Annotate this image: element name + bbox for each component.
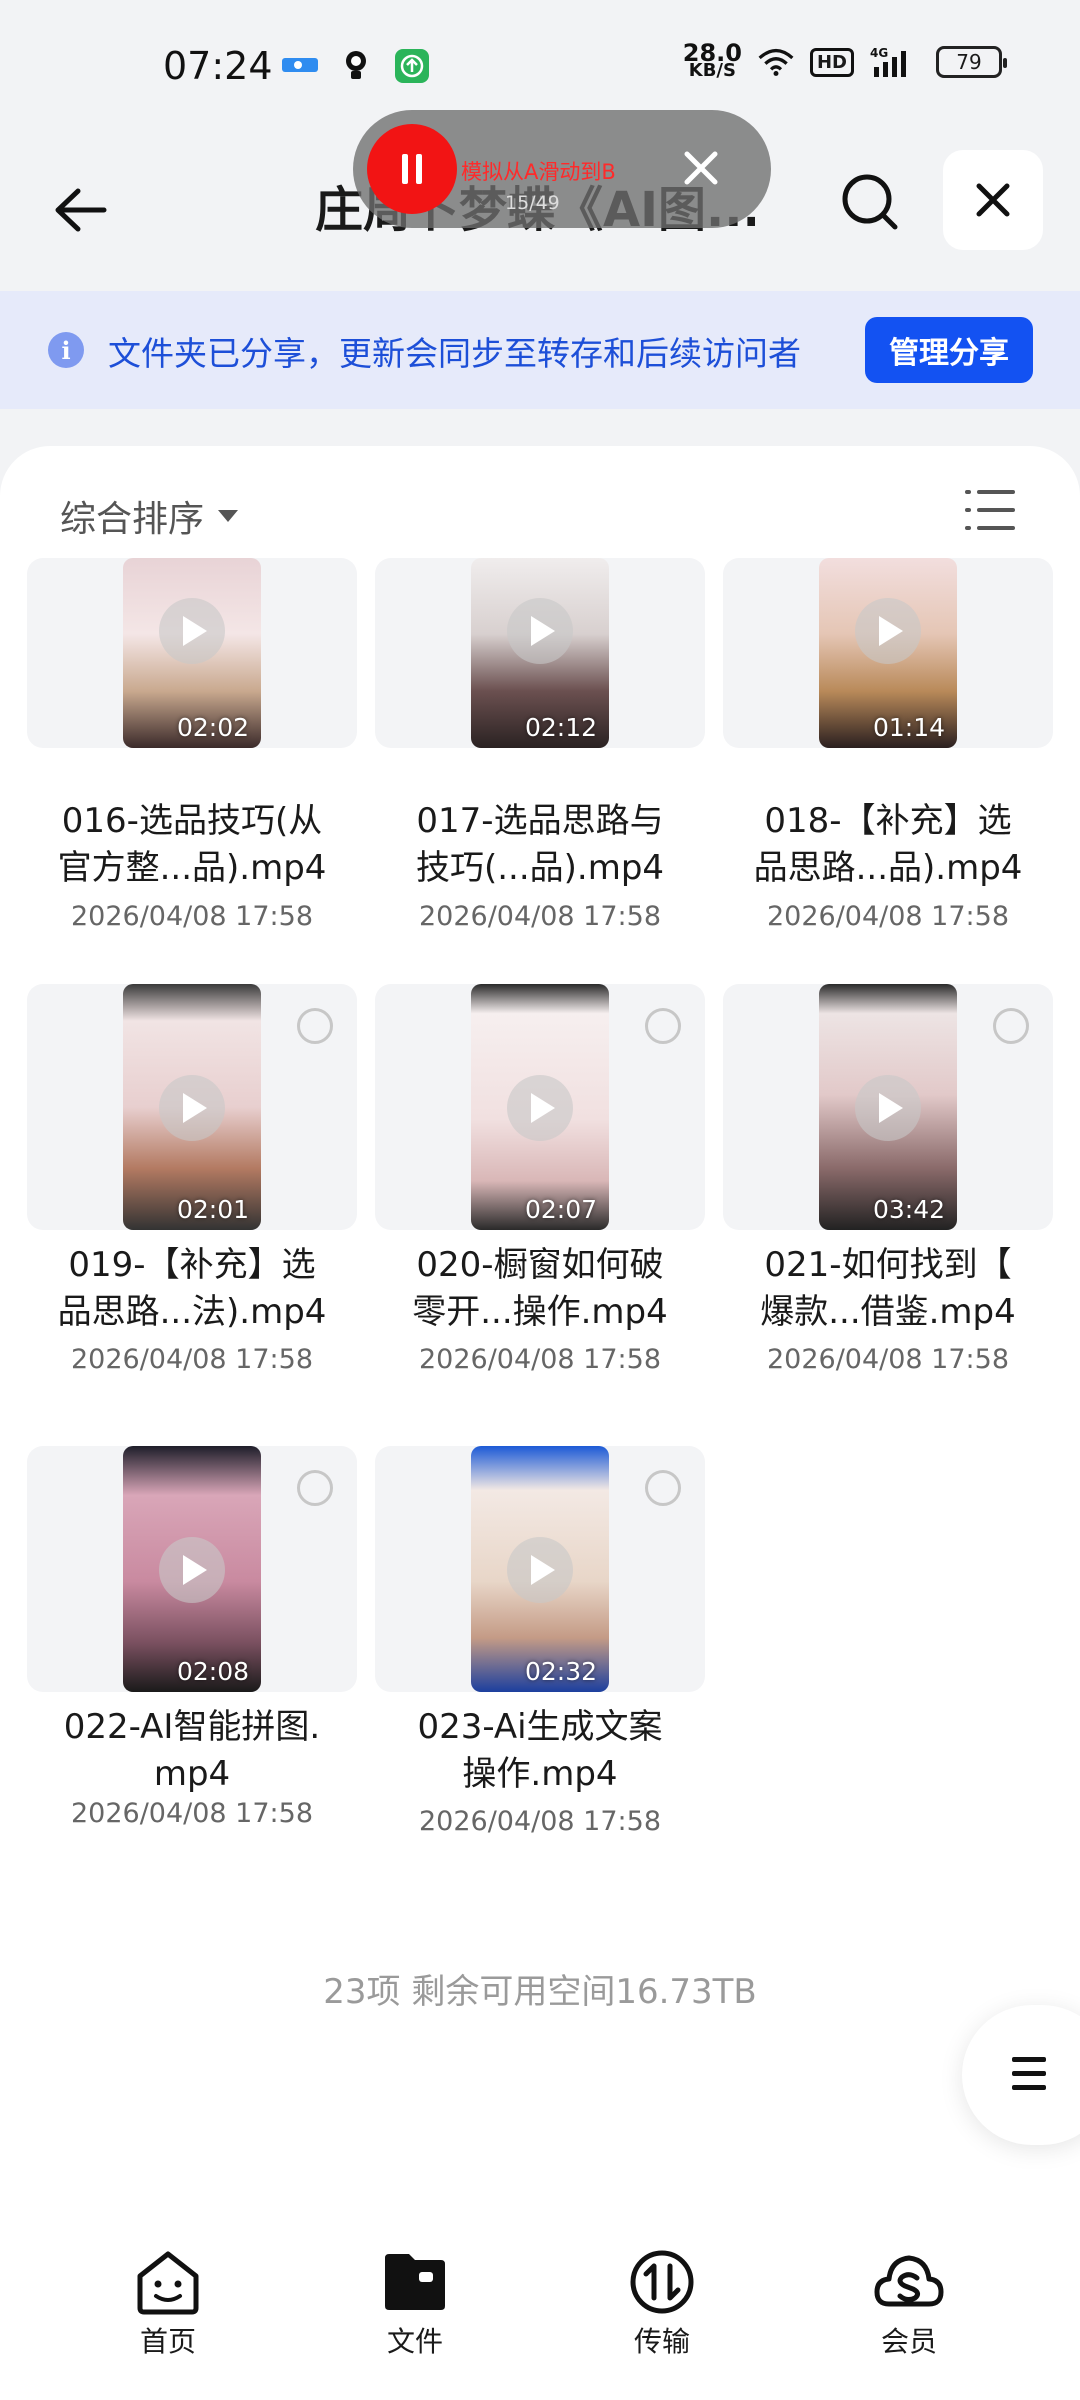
nav-label: 首页	[139, 2325, 196, 2358]
file-name: 018-【补充】选 品思路...品).mp4	[753, 801, 1023, 888]
vip-cloud-icon	[874, 2255, 944, 2307]
recording-close-button[interactable]	[673, 140, 729, 196]
select-checkbox[interactable]	[297, 1008, 333, 1044]
video-thumbnail[interactable]: 03:42	[723, 984, 1053, 1230]
nav-item-vip[interactable]: 会员	[829, 2246, 989, 2360]
upload-app-icon	[394, 49, 430, 83]
video-thumbnail[interactable]: 02:07	[375, 984, 705, 1230]
close-icon	[684, 151, 718, 185]
sort-dropdown[interactable]: 综合排序	[60, 490, 239, 542]
select-checkbox[interactable]	[297, 1470, 333, 1506]
file-date: 2026/04/08 17:58	[418, 1344, 661, 1375]
file-name: 020-橱窗如何破 零开...操作.mp4	[412, 1245, 668, 1332]
play-icon	[159, 1537, 225, 1603]
nav-item-home[interactable]: 首页	[88, 2246, 248, 2360]
bottom-nav: 首页 文件 传输 会员	[0, 2216, 1080, 2400]
file-date: 2026/04/08 17:58	[766, 901, 1009, 932]
video-duration: 02:08	[176, 1657, 249, 1686]
info-icon: i	[48, 332, 84, 368]
video-duration: 02:01	[176, 1195, 249, 1224]
nav-label: 传输	[633, 2325, 690, 2358]
video-thumbnail[interactable]: 02:12	[375, 558, 705, 748]
video-thumbnail[interactable]: 01:14	[723, 558, 1053, 748]
play-icon	[507, 598, 573, 664]
nav-label: 文件	[386, 2325, 443, 2358]
nav-label: 会员	[880, 2325, 937, 2358]
video-thumbnail[interactable]: 02:08	[27, 1446, 357, 1692]
play-icon	[855, 1075, 921, 1141]
folder-icon	[385, 2254, 445, 2310]
net-speed: 28.0 KB/S	[683, 41, 742, 81]
sort-label: 综合排序	[60, 499, 205, 540]
video-duration: 02:12	[524, 713, 597, 742]
file-date: 2026/04/08 17:58	[418, 1806, 661, 1837]
video-duration: 02:07	[524, 1195, 597, 1224]
file-date: 2026/04/08 17:58	[70, 1798, 313, 1829]
status-time: 07:24	[163, 44, 273, 88]
video-duration: 01:14	[872, 713, 945, 742]
play-icon	[855, 598, 921, 664]
pause-record-button[interactable]	[367, 124, 457, 214]
hd-badge: HD	[809, 47, 854, 77]
battery-indicator: 79	[936, 46, 1007, 78]
file-name: 016-选品技巧(从 官方整...品).mp4	[57, 801, 327, 888]
close-icon	[976, 183, 1010, 217]
search-button[interactable]	[830, 162, 910, 242]
location-tag-icon	[282, 50, 318, 82]
select-checkbox[interactable]	[645, 1008, 681, 1044]
file-name: 023-Ai生成文案 操作.mp4	[417, 1707, 663, 1794]
search-icon	[842, 174, 898, 230]
play-icon	[159, 1075, 225, 1141]
video-thumbnail[interactable]: 02:01	[27, 984, 357, 1230]
file-date: 2026/04/08 17:58	[418, 901, 661, 932]
manage-share-button[interactable]: 管理分享	[865, 317, 1033, 383]
recording-label: 模拟从A滑动到B	[461, 160, 616, 184]
video-duration: 02:02	[176, 713, 249, 742]
nav-item-files[interactable]: 文件	[335, 2246, 495, 2360]
svg-text:4G: 4G	[870, 46, 888, 60]
back-button[interactable]	[40, 170, 120, 250]
file-name: 021-如何找到【 爆款...借鉴.mp4	[760, 1245, 1016, 1332]
list-view-button[interactable]	[965, 488, 1015, 532]
status-left-icons	[282, 49, 430, 83]
signal-icon: 4G	[870, 46, 920, 78]
file-date: 2026/04/08 17:58	[766, 1344, 1009, 1375]
recording-overlay: 模拟从A滑动到B 15/49	[353, 110, 771, 228]
close-button[interactable]	[943, 150, 1043, 250]
video-thumbnail[interactable]: 02:02	[27, 558, 357, 748]
video-duration: 02:32	[524, 1657, 597, 1686]
bulb-icon	[338, 50, 374, 82]
play-icon	[159, 598, 225, 664]
video-duration: 03:42	[872, 1195, 945, 1224]
recording-counter: 15/49	[505, 192, 560, 214]
nav-item-transfer[interactable]: 传输	[582, 2246, 742, 2360]
file-name: 022-AI智能拼图. mp4	[63, 1707, 321, 1794]
file-date: 2026/04/08 17:58	[70, 901, 313, 932]
file-name: 017-选品思路与 技巧(...品).mp4	[415, 801, 665, 888]
share-banner-text: 文件夹已分享，更新会同步至转存和后续访问者	[108, 334, 801, 373]
chevron-down-icon	[218, 510, 239, 522]
wifi-icon	[758, 46, 794, 78]
select-checkbox[interactable]	[645, 1470, 681, 1506]
select-checkbox[interactable]	[993, 1008, 1029, 1044]
back-arrow-icon	[55, 188, 107, 232]
play-icon	[507, 1537, 573, 1603]
status-right-icons: 28.0 KB/S HD 4G 79	[683, 41, 1007, 81]
net-speed-unit: KB/S	[688, 60, 736, 81]
play-icon	[507, 1075, 573, 1141]
video-thumbnail[interactable]: 02:32	[375, 1446, 705, 1692]
share-banner: i 文件夹已分享，更新会同步至转存和后续访问者 管理分享	[0, 291, 1080, 409]
file-name: 019-【补充】选 品思路...法).mp4	[57, 1245, 327, 1332]
transfer-icon	[630, 2250, 694, 2314]
storage-info: 23项 剩余可用空间16.73TB	[323, 1972, 757, 2012]
home-face-icon	[137, 2251, 199, 2315]
file-date: 2026/04/08 17:58	[70, 1344, 313, 1375]
